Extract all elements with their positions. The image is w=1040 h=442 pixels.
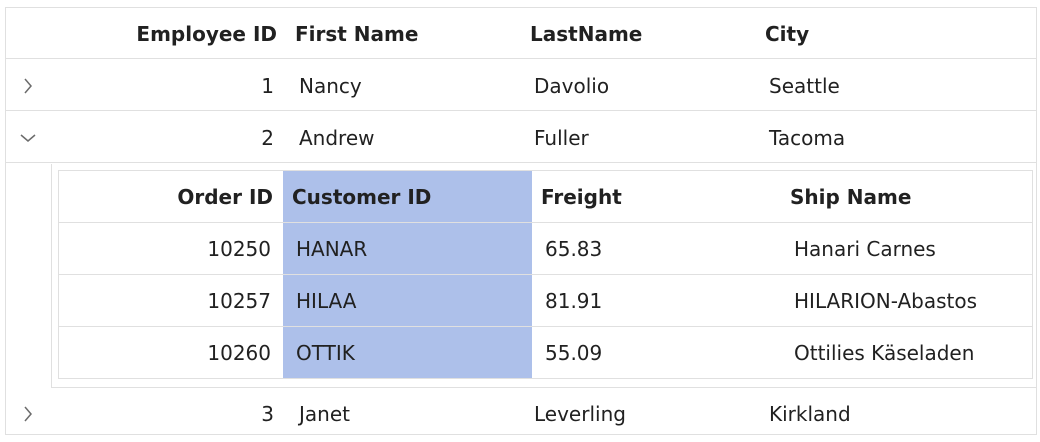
- cell-city: Seattle: [769, 74, 840, 98]
- cell-ship-name: Ottilies Käseladen: [794, 341, 975, 365]
- cell-ship-name: HILARION-Abastos: [794, 289, 978, 313]
- table-row[interactable]: 3 Janet Leverling Kirkland: [6, 388, 1036, 439]
- cell-city: Kirkland: [769, 402, 851, 426]
- header-city[interactable]: City: [765, 8, 985, 59]
- header-order-id[interactable]: Order ID: [59, 171, 273, 223]
- cell-last-name: Fuller: [534, 126, 589, 150]
- cell-first-name: Andrew: [299, 126, 375, 150]
- cell-order-id: 10260: [207, 341, 271, 365]
- table-row[interactable]: 10250 HANAR 65.83 Hanari Carnes: [59, 223, 1032, 275]
- header-customer-id[interactable]: Customer ID: [292, 171, 522, 223]
- chevron-right-icon[interactable]: [16, 402, 40, 426]
- table-row[interactable]: 10260 OTTIK 55.09 Ottilies Käseladen: [59, 327, 1032, 378]
- cell-employee-id: 3: [261, 402, 274, 426]
- cell-employee-id: 2: [261, 126, 274, 150]
- child-grid: Order ID Customer ID Freight Ship Name 1…: [58, 170, 1033, 379]
- cell-customer-id: OTTIK: [296, 341, 355, 365]
- cell-city: Tacoma: [769, 126, 846, 150]
- cell-freight: 55.09: [545, 341, 603, 365]
- header-last-name[interactable]: LastName: [530, 8, 750, 59]
- cell-first-name: Nancy: [299, 74, 362, 98]
- hierarchy-grid: Employee ID First Name LastName City 1 N…: [5, 7, 1037, 435]
- grid-header-row: Employee ID First Name LastName City: [6, 8, 1036, 59]
- cell-order-id: 10250: [207, 237, 271, 261]
- cell-freight: 81.91: [545, 289, 603, 313]
- table-row[interactable]: 2 Andrew Fuller Tacoma: [6, 112, 1036, 163]
- header-first-name[interactable]: First Name: [295, 8, 515, 59]
- header-ship-name[interactable]: Ship Name: [790, 171, 1020, 223]
- table-row[interactable]: 1 Nancy Davolio Seattle: [6, 60, 1036, 111]
- chevron-right-icon[interactable]: [16, 74, 40, 98]
- cell-customer-id: HILAA: [296, 289, 357, 313]
- cell-first-name: Janet: [299, 402, 350, 426]
- header-employee-id[interactable]: Employee ID: [51, 8, 277, 59]
- cell-freight: 65.83: [545, 237, 603, 261]
- cell-order-id: 10257: [207, 289, 271, 313]
- cell-customer-id: HANAR: [296, 237, 368, 261]
- cell-ship-name: Hanari Carnes: [794, 237, 936, 261]
- child-header-row: Order ID Customer ID Freight Ship Name: [59, 171, 1032, 223]
- chevron-down-icon[interactable]: [16, 126, 40, 150]
- cell-employee-id: 1: [261, 74, 274, 98]
- header-freight[interactable]: Freight: [541, 171, 771, 223]
- cell-last-name: Davolio: [534, 74, 610, 98]
- cell-last-name: Leverling: [534, 402, 626, 426]
- table-row[interactable]: 10257 HILAA 81.91 HILARION-Abastos: [59, 275, 1032, 327]
